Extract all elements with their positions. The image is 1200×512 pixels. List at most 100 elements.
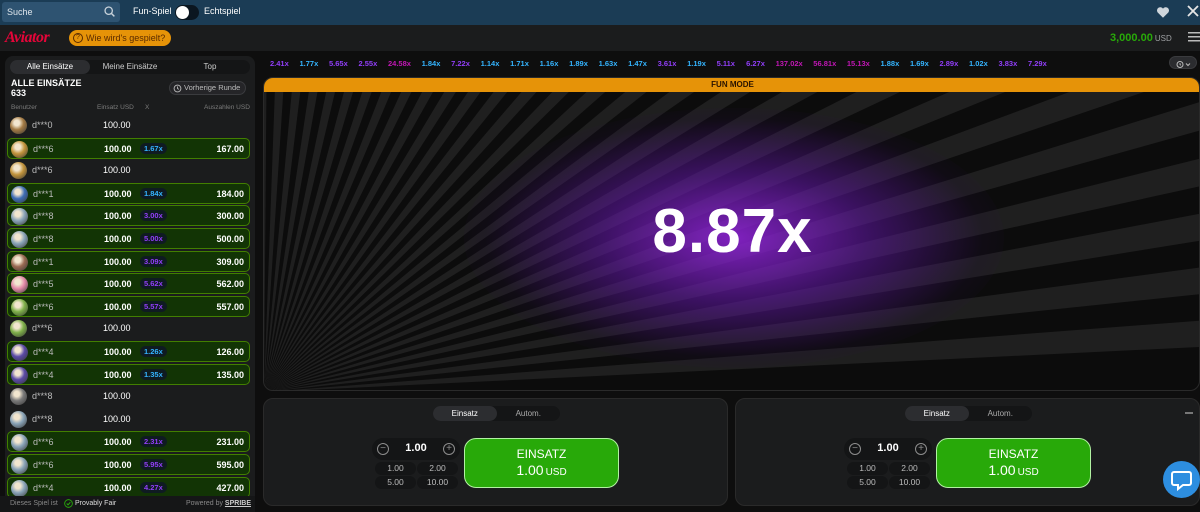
- bet-row: d***6 100.00: [7, 160, 250, 181]
- tab-all-bets[interactable]: Alle Einsätze: [10, 60, 90, 74]
- history-multiplier[interactable]: 6.27x: [746, 59, 765, 68]
- cashout-multiplier: 3.09x: [140, 255, 167, 267]
- place-bet-amount-line: 1.00 USD: [465, 462, 618, 478]
- history-multiplier[interactable]: 1.88x: [881, 59, 900, 68]
- history-multiplier[interactable]: 1.89x: [569, 59, 588, 68]
- bet-row: d***4 100.00 4.27x 427.00: [7, 476, 250, 498]
- cashout-multiplier: 1.35x: [140, 368, 167, 380]
- payout-amount: 309.00: [216, 256, 244, 267]
- history-multiplier[interactable]: 3.83x: [999, 59, 1018, 68]
- history-multiplier[interactable]: 1.84x: [422, 59, 441, 68]
- stake-input[interactable]: − 1.00 +: [844, 438, 932, 460]
- col-user: Benutzer: [11, 104, 38, 111]
- fun-mode-banner: FUN MODE: [264, 78, 1199, 92]
- avatar: [10, 162, 27, 180]
- history-multiplier[interactable]: 56.81x: [813, 59, 836, 68]
- top-bar: Suche Fun-Spiel Echtspiel: [0, 0, 1200, 25]
- toggle-knob: [176, 6, 189, 19]
- payout-amount: 427.00: [216, 482, 244, 493]
- tab-auto[interactable]: Autom.: [969, 406, 1033, 421]
- bet-amount: 100.00: [103, 323, 131, 334]
- heart-icon[interactable]: [1156, 6, 1170, 19]
- tab-auto[interactable]: Autom.: [497, 406, 561, 421]
- search-input[interactable]: Suche: [2, 2, 120, 22]
- bet-user: d***8: [32, 413, 53, 424]
- quick-stake-2[interactable]: 2.00: [417, 462, 458, 475]
- tab-bet[interactable]: Einsatz: [905, 406, 969, 421]
- quick-stake-1[interactable]: 1.00: [375, 462, 416, 475]
- quick-stake-10[interactable]: 10.00: [417, 476, 458, 489]
- place-bet-button[interactable]: EINSATZ 1.00 USD: [936, 438, 1091, 488]
- bet-amount: 100.00: [104, 482, 132, 493]
- cashout-multiplier: 3.00x: [140, 210, 167, 222]
- tab-my-bets[interactable]: Meine Einsätze: [90, 60, 170, 74]
- tab-top[interactable]: Top: [170, 60, 250, 74]
- quick-stake-5[interactable]: 5.00: [375, 476, 416, 489]
- tab-bet[interactable]: Einsatz: [433, 406, 497, 421]
- remove-panel-button[interactable]: [1185, 412, 1193, 414]
- how-to-play-button[interactable]: ? Wie wird's gespielt?: [69, 30, 172, 46]
- previous-round-button[interactable]: Vorherige Runde: [169, 81, 247, 95]
- bet-row: d***5 100.00 5.62x 562.00: [7, 273, 250, 295]
- quick-stake-2[interactable]: 2.00: [889, 462, 930, 475]
- provably-fair-link[interactable]: Provably Fair: [64, 499, 116, 508]
- search-icon[interactable]: [103, 5, 116, 18]
- close-icon[interactable]: [1186, 4, 1200, 18]
- history-multiplier[interactable]: 2.89x: [940, 59, 959, 68]
- history-multiplier[interactable]: 15.13x: [847, 59, 870, 68]
- history-icon: [173, 84, 182, 92]
- history-multiplier[interactable]: 1.19x: [687, 59, 706, 68]
- bet-amount: 100.00: [104, 211, 132, 222]
- quick-stake-1[interactable]: 1.00: [847, 462, 888, 475]
- increase-stake-button[interactable]: +: [443, 443, 455, 455]
- avatar: [11, 231, 28, 248]
- place-bet-currency: USD: [545, 467, 567, 478]
- powered-by-label: Powered by: [186, 500, 223, 507]
- place-bet-button[interactable]: EINSATZ 1.00 USD: [464, 438, 619, 488]
- bet-user: d***6: [33, 143, 54, 154]
- history-multiplier[interactable]: 137.02x: [776, 59, 803, 68]
- bet-row: d***8 100.00: [7, 409, 250, 430]
- place-bet-label: EINSATZ: [988, 447, 1039, 461]
- mode-toggle[interactable]: [175, 5, 199, 20]
- history-multiplier[interactable]: 2.41x: [270, 59, 289, 68]
- bets-tabs: Alle Einsätze Meine Einsätze Top: [10, 60, 250, 74]
- bet-user: d***1: [33, 256, 54, 267]
- spribe-logo[interactable]: SPRIBE: [225, 500, 251, 507]
- multiplier-history: 2.41x 1.77x 5.65x 2.55x 24.58x 1.84x 7.22x 1.14…: [263, 56, 1200, 71]
- history-toggle-button[interactable]: [1169, 56, 1197, 69]
- support-chat-button[interactable]: [1163, 461, 1200, 498]
- history-multiplier[interactable]: 1.71x: [510, 59, 529, 68]
- payout-amount: 300.00: [216, 211, 244, 222]
- history-multiplier[interactable]: 3.61x: [658, 59, 677, 68]
- bet-row: d***0 100.00: [7, 115, 250, 136]
- history-multiplier[interactable]: 2.55x: [359, 59, 378, 68]
- increase-stake-button[interactable]: +: [915, 443, 927, 455]
- bet-amount: 100.00: [103, 391, 131, 402]
- history-multiplier[interactable]: 1.02x: [969, 59, 988, 68]
- history-multiplier[interactable]: 1.14x: [481, 59, 500, 68]
- menu-icon[interactable]: [1188, 32, 1200, 42]
- history-multiplier[interactable]: 7.29x: [1028, 59, 1047, 68]
- bet-mode-tabs: Einsatz Autom.: [905, 406, 1032, 421]
- history-multiplier[interactable]: 1.77x: [300, 59, 319, 68]
- history-multiplier[interactable]: 1.63x: [599, 59, 618, 68]
- history-multiplier[interactable]: 7.22x: [451, 59, 470, 68]
- bet-amount: 100.00: [104, 347, 132, 357]
- stake-input[interactable]: − 1.00 +: [372, 438, 460, 460]
- history-multiplier[interactable]: 1.69x: [910, 59, 929, 68]
- history-multiplier[interactable]: 1.16x: [540, 59, 559, 68]
- search-placeholder: Suche: [7, 7, 33, 17]
- bet-amount: 100.00: [104, 301, 132, 312]
- history-multiplier[interactable]: 1.47x: [628, 59, 647, 68]
- history-multiplier[interactable]: 5.65x: [329, 59, 348, 68]
- cashout-multiplier: 5.00x: [140, 233, 167, 244]
- stake-stepper: − 1.00 + 1.00 2.00 5.00 10.00: [372, 438, 460, 489]
- bets-footer: Dieses Spiel ist Provably Fair Powered b…: [0, 496, 255, 512]
- history-multiplier[interactable]: 5.11x: [717, 59, 735, 68]
- cashout-multiplier: 4.27x: [140, 481, 167, 493]
- cashout-multiplier: 5.95x: [140, 459, 167, 470]
- quick-stake-5[interactable]: 5.00: [847, 476, 888, 489]
- quick-stake-10[interactable]: 10.00: [889, 476, 930, 489]
- history-multiplier[interactable]: 24.58x: [388, 59, 411, 68]
